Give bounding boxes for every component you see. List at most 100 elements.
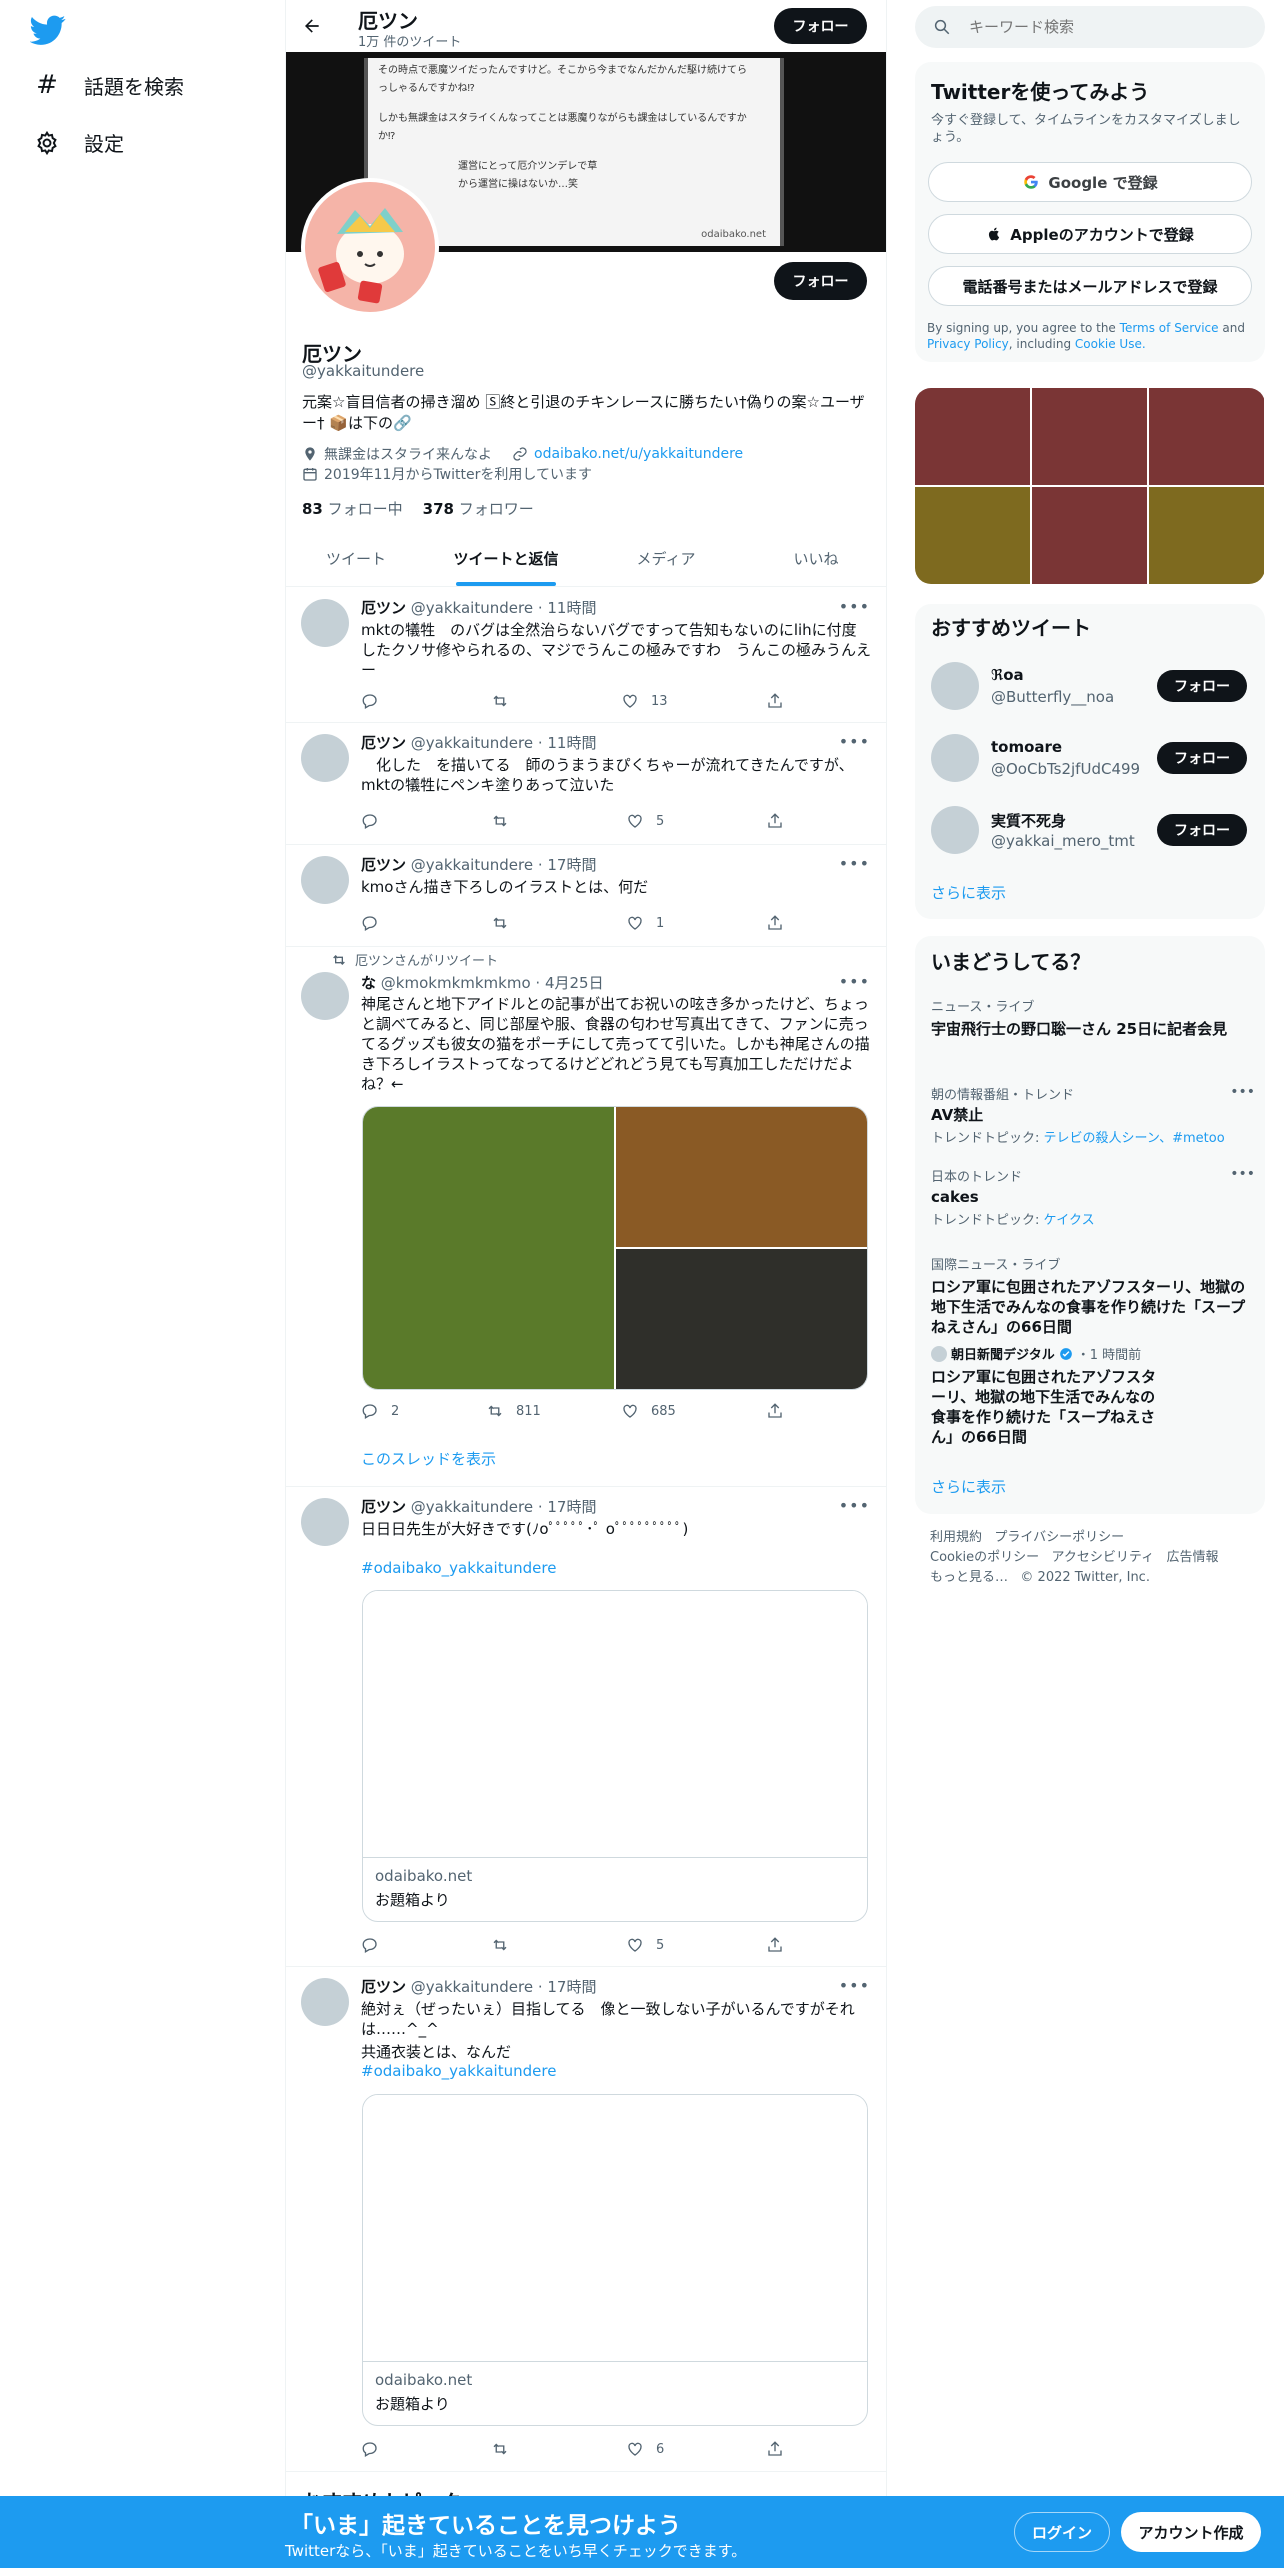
tweet-time[interactable]: 17時間	[547, 856, 596, 874]
retweet-button[interactable]	[491, 2440, 521, 2458]
search-input[interactable]	[967, 17, 1251, 37]
retweet-tweet[interactable]: 厄ツンさんがリツイート な @kmokmkmkmkmo · 4月25日 ••• …	[286, 946, 886, 1487]
tweet-time[interactable]: 4月25日	[545, 974, 604, 992]
reply-button[interactable]	[361, 692, 391, 710]
tweet-time[interactable]: 17時間	[547, 1978, 596, 1996]
tweet-avatar[interactable]	[301, 972, 349, 1020]
more-options-icon[interactable]: •••	[839, 732, 870, 751]
user-avatar[interactable]	[931, 734, 979, 782]
tweet[interactable]: 厄ツン @yakkaitundere · 17時間 ••• 絶対ぇ（ぜったいぇ）…	[286, 1966, 886, 2472]
retweet-button[interactable]: 811	[486, 1402, 541, 1420]
trend-topic-links[interactable]: テレビの殺人シーン、#metoo	[1044, 1131, 1225, 1146]
tab-media[interactable]: メディア	[586, 530, 746, 586]
tab-tweets-and-replies[interactable]: ツイートと返信	[426, 530, 586, 586]
share-button[interactable]	[766, 2440, 784, 2458]
media-thumbnail[interactable]	[1149, 388, 1264, 485]
follow-button[interactable]: フォロー	[1157, 742, 1247, 774]
nav-explore[interactable]: # 話題を検索	[34, 70, 184, 100]
tweet-author-handle[interactable]: @yakkaitundere	[411, 599, 533, 617]
tweet-time[interactable]: 17時間	[547, 1498, 596, 1516]
follow-suggestion[interactable]: 実質不死身 @yakkai_mero_tmt フォロー	[931, 806, 1251, 854]
tweet-author-name[interactable]: 厄ツン	[361, 599, 406, 617]
news-item[interactable]: 朝日新聞デジタル ・1 時間前 ロシア軍に包囲されたアゾフスターリ、地獄の地下生…	[931, 1344, 1251, 1447]
tweet[interactable]: 厄ツン @yakkaitundere · 17時間 ••• kmoさん描き下ろし…	[286, 844, 886, 947]
tweet-author-handle[interactable]: @kmokmkmkmkmo	[381, 974, 531, 992]
tab-tweets[interactable]: ツイート	[286, 530, 426, 586]
media-image[interactable]	[616, 1249, 867, 1389]
user-avatar[interactable]	[931, 662, 979, 710]
reply-button[interactable]	[361, 812, 391, 830]
tweet-avatar[interactable]	[301, 599, 349, 647]
following-link[interactable]: 83 フォロー中	[302, 498, 403, 519]
retweet-button[interactable]	[491, 914, 521, 932]
trends-show-more[interactable]: さらに表示	[931, 1476, 1006, 1497]
share-button[interactable]	[766, 1936, 784, 1954]
show-more-link[interactable]: さらに表示	[931, 882, 1006, 903]
follow-button[interactable]: フォロー	[1157, 670, 1247, 702]
reply-button[interactable]	[361, 1936, 391, 1954]
tweet-author-handle[interactable]: @yakkaitundere	[411, 1498, 533, 1516]
google-signup-button[interactable]: Google で登録	[928, 162, 1252, 202]
like-button[interactable]: 6	[626, 2440, 664, 2458]
more-options-icon[interactable]: •••	[839, 597, 870, 616]
signup-button[interactable]: アカウント作成	[1121, 2512, 1261, 2552]
tweet-avatar[interactable]	[301, 734, 349, 782]
more-options-icon[interactable]: •••	[839, 854, 870, 873]
footer-link[interactable]: プライバシーポリシー	[994, 1530, 1124, 1545]
share-button[interactable]	[766, 692, 784, 710]
media-thumbnail[interactable]	[1032, 487, 1147, 584]
back-arrow-icon[interactable]	[302, 16, 322, 36]
share-button[interactable]	[766, 812, 784, 830]
link-card[interactable]: odaibako.net お題箱より	[362, 1590, 868, 1922]
tweet-author-name[interactable]: 厄ツン	[361, 856, 406, 874]
twitter-logo-icon[interactable]	[30, 12, 66, 48]
tweet[interactable]: 厄ツン @yakkaitundere · 11時間 ••• 化した を描いてる …	[286, 722, 886, 845]
share-button[interactable]	[766, 914, 784, 932]
like-button[interactable]: 685	[621, 1402, 676, 1420]
profile-avatar[interactable]	[301, 178, 439, 316]
trend-item[interactable]: 日本のトレンド cakes トレンドトピック: ケイクス •••	[931, 1166, 1255, 1228]
trend-item[interactable]: ニュース・ライブ 宇宙飛行士の野口聡一さん 25日に記者会見	[931, 996, 1251, 1039]
footer-link[interactable]: 利用規約	[930, 1530, 982, 1545]
media-thumbnail[interactable]	[1032, 388, 1147, 485]
share-button[interactable]	[766, 1402, 784, 1420]
tweet-author-name[interactable]: 厄ツン	[361, 1498, 406, 1516]
tweet-time[interactable]: 11時間	[547, 734, 596, 752]
tweet-author-name[interactable]: 厄ツン	[361, 734, 406, 752]
reply-button[interactable]	[361, 2440, 391, 2458]
user-avatar[interactable]	[931, 806, 979, 854]
footer-link[interactable]: Cookieのポリシー	[930, 1550, 1039, 1565]
like-button[interactable]: 5	[626, 1936, 664, 1954]
more-options-icon[interactable]: •••	[839, 1976, 870, 1995]
nav-settings[interactable]: 設定	[34, 128, 124, 157]
profile-url-link[interactable]: odaibako.net/u/yakkaitundere	[534, 446, 743, 462]
follow-button[interactable]: フォロー	[1157, 814, 1247, 846]
retweet-button[interactable]	[491, 812, 521, 830]
media-thumbnail[interactable]	[915, 388, 1030, 485]
like-button[interactable]: 5	[626, 812, 664, 830]
tweet-hashtag[interactable]: #odaibako_yakkaitundere	[361, 2062, 556, 2080]
media-image[interactable]	[363, 1107, 614, 1389]
follow-suggestion[interactable]: tomoare @OoCbTs2jfUdC499 フォロー	[931, 734, 1251, 782]
phone-email-signup-button[interactable]: 電話番号またはメールアドレスで登録	[928, 266, 1252, 306]
media-image[interactable]	[616, 1107, 867, 1247]
tweet-time[interactable]: 11時間	[547, 599, 596, 617]
tweet-author-handle[interactable]: @yakkaitundere	[411, 734, 533, 752]
retweet-button[interactable]	[491, 1936, 521, 1954]
tweet[interactable]: 厄ツン @yakkaitundere · 17時間 ••• 日日日先生が大好きで…	[286, 1486, 886, 1967]
tweet-author-handle[interactable]: @yakkaitundere	[411, 856, 533, 874]
tweet-hashtag[interactable]: #odaibako_yakkaitundere	[361, 1559, 556, 1577]
trend-more-icon[interactable]: •••	[1230, 1166, 1255, 1182]
link-card[interactable]: odaibako.net お題箱より	[362, 2094, 868, 2426]
like-button[interactable]: 13	[621, 692, 668, 710]
followers-link[interactable]: 378 フォロワー	[423, 498, 534, 519]
tweet-author-name[interactable]: 厄ツン	[361, 1978, 406, 1996]
profile-follow-button[interactable]: フォロー	[774, 262, 867, 300]
like-button[interactable]: 1	[626, 914, 664, 932]
more-options-icon[interactable]: •••	[839, 1496, 870, 1515]
tweet-author-name[interactable]: な	[361, 974, 376, 992]
tweet-author-handle[interactable]: @yakkaitundere	[411, 1978, 533, 1996]
more-options-icon[interactable]: •••	[839, 972, 870, 991]
trend-more-icon[interactable]: •••	[1230, 1084, 1255, 1100]
retweet-button[interactable]	[491, 692, 521, 710]
